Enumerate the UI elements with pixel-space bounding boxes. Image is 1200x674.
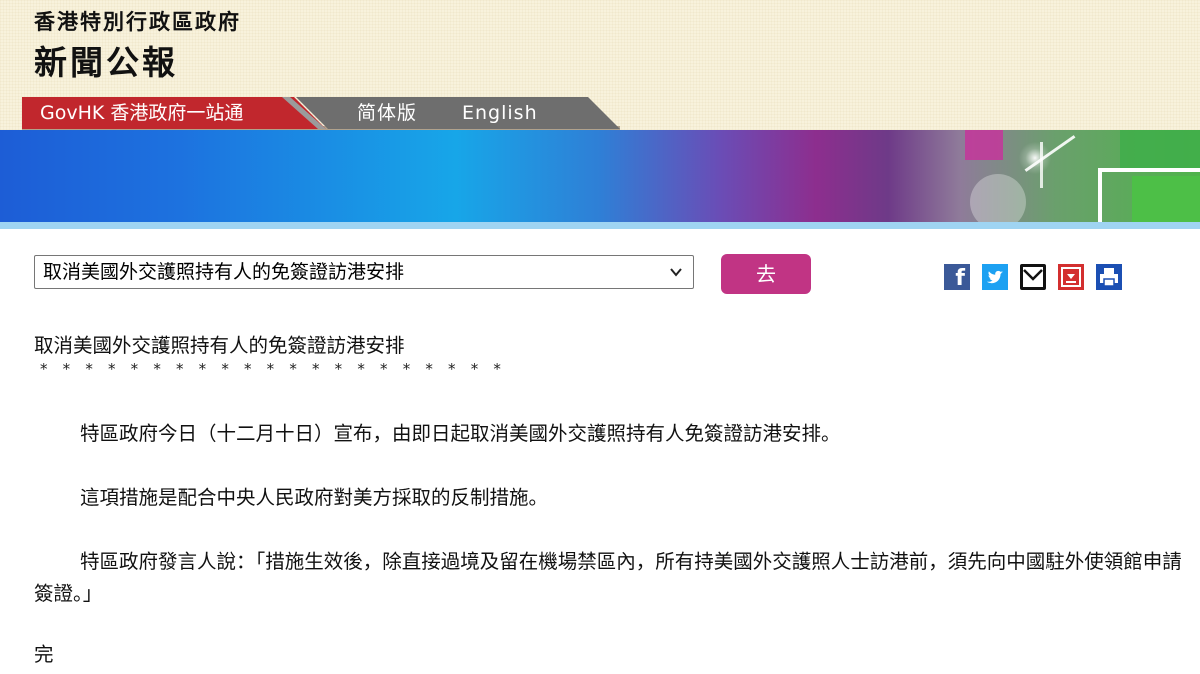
press-releases-title[interactable]: 新聞公報	[34, 36, 178, 84]
banner-decoration	[970, 174, 1026, 222]
banner-frame	[1098, 168, 1200, 222]
article-paragraph: 這項措施是配合中央人民政府對美方採取的反制措施。	[80, 486, 549, 509]
simplified-chinese-link[interactable]: 简体版	[357, 97, 417, 129]
article-select-value: 取消美國外交護照持有人的免簽證訪港安排	[43, 261, 405, 283]
language-tab-bar	[296, 97, 620, 129]
print-icon[interactable]	[1096, 264, 1122, 290]
banner-decoration	[965, 130, 1003, 160]
banner-bottom-stripe	[0, 222, 1200, 229]
go-button[interactable]: 去	[721, 254, 811, 294]
twitter-icon[interactable]	[982, 264, 1008, 290]
header-banner	[0, 130, 1200, 222]
banner-decoration	[1040, 142, 1043, 188]
article-paragraph: 特區政府發言人說：「措施生效後，除直接過境及留在機場禁區內，所有持美國外交護照人…	[34, 550, 1182, 605]
article-select[interactable]: 取消美國外交護照持有人的免簽證訪港安排	[34, 255, 694, 289]
facebook-icon[interactable]: f	[944, 264, 970, 291]
chevron-down-icon	[670, 268, 682, 277]
email-icon[interactable]	[1020, 264, 1046, 290]
banner-decoration	[1120, 130, 1200, 170]
government-name: 香港特別行政區政府	[34, 10, 241, 34]
article-title: 取消美國外交護照持有人的免簽證訪港安排	[34, 334, 405, 357]
title-separator: * * * * * * * * * * * * * * * * * * * * …	[40, 360, 507, 378]
pdf-download-icon[interactable]	[1058, 264, 1084, 290]
govhk-link[interactable]: GovHK 香港政府一站通	[22, 97, 326, 129]
banner-sparkle	[1015, 140, 1055, 176]
end-mark: 完	[34, 643, 54, 666]
article-paragraph: 特區政府今日（十二月十日）宣布，由即日起取消美國外交護照持有人免簽證訪港安排。	[80, 422, 841, 445]
english-link[interactable]: English	[462, 97, 538, 129]
